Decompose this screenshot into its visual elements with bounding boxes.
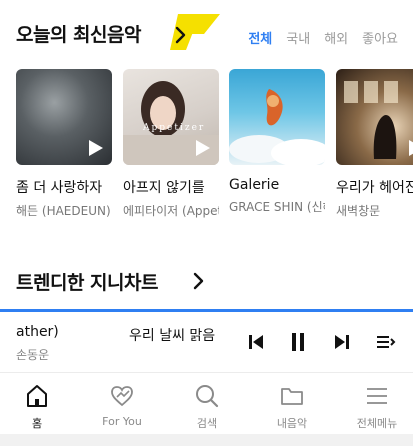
home-icon <box>27 385 47 407</box>
nav-full-menu[interactable]: 전체메뉴 <box>336 383 413 431</box>
filter-tab-all[interactable]: 전체 <box>248 28 272 47</box>
accent-slash-icon <box>170 14 220 50</box>
bottom-navigation: 홈 For You 검색 내음악 전체메뉴 <box>0 372 413 434</box>
album-artist: 에피타이저 (Appetizer) <box>123 204 219 218</box>
chevron-right-icon <box>193 272 204 290</box>
album-artist: 새벽창문 <box>336 204 381 218</box>
play-icon[interactable] <box>88 139 104 157</box>
menu-icon <box>367 388 387 404</box>
next-track-icon[interactable] <box>334 332 350 352</box>
album-artist: 해든 (HAEDEUN) <box>16 204 111 218</box>
cover-text: Appetizer <box>143 123 206 133</box>
filter-tab-likes[interactable]: 좋아요 <box>362 28 398 47</box>
previous-track-icon[interactable] <box>248 332 264 352</box>
filter-tab-domestic[interactable]: 국내 <box>286 28 310 47</box>
search-icon <box>196 385 219 408</box>
now-playing-info[interactable]: ather) 손동운 <box>16 324 126 363</box>
album-title: 아프지 않기를 <box>123 180 205 196</box>
now-playing-artist: 손동운 <box>16 348 50 362</box>
album-title: 좀 더 사랑하자 <box>16 180 103 196</box>
trending-chart-header[interactable]: 트렌디한 지니차트 <box>16 268 204 296</box>
filter-tab-overseas[interactable]: 해외 <box>324 28 348 47</box>
nav-search[interactable]: 검색 <box>166 383 248 431</box>
album-cover[interactable]: Appetizer <box>123 69 219 165</box>
album-cover[interactable] <box>336 69 413 165</box>
latest-album-list: 좀 더 사랑하자 해든 (HAEDEUN) Appetizer 아프지 않기를 … <box>16 69 413 219</box>
play-icon[interactable] <box>408 139 413 157</box>
latest-music-filter-tabs: 전체 국내 해외 좋아요 <box>234 28 398 47</box>
nav-label: 내음악 <box>276 417 308 430</box>
now-playing-title: ather) <box>16 324 59 340</box>
nav-home[interactable]: 홈 <box>0 383 78 431</box>
playlist-icon[interactable] <box>376 332 396 352</box>
nav-label: 홈 <box>31 417 43 430</box>
nav-my-music[interactable]: 내음악 <box>251 383 333 431</box>
nav-for-you[interactable]: For You <box>81 383 163 428</box>
pause-icon[interactable] <box>290 332 306 352</box>
chevron-right-icon <box>175 26 186 44</box>
album-cover[interactable] <box>16 69 112 165</box>
album-cover[interactable] <box>229 69 325 165</box>
album-card[interactable]: Appetizer 아프지 않기를 에피타이저 (Appetizer) <box>123 69 219 219</box>
nav-label: For You <box>102 415 142 428</box>
nav-label: 전체메뉴 <box>356 417 398 430</box>
folder-icon <box>281 388 303 405</box>
latest-music-header: 오늘의 최신음악 전체 국내 해외 좋아요 <box>16 14 406 52</box>
cover-art-window <box>344 81 398 159</box>
next-song-title: 우리 날씨 맑음 <box>129 328 216 344</box>
trending-chart-title: 트렌디한 지니차트 <box>16 272 158 294</box>
heart-arrow-icon <box>111 386 133 407</box>
latest-music-title: 오늘의 최신음악 <box>16 24 141 46</box>
nav-label: 검색 <box>196 417 218 430</box>
album-artist: GRACE SHIN (신혜원) <box>229 200 325 214</box>
play-icon[interactable] <box>195 139 211 157</box>
system-gesture-bar <box>0 434 413 446</box>
album-card[interactable]: Galerie GRACE SHIN (신혜원) <box>229 69 325 215</box>
album-card[interactable]: 좀 더 사랑하자 해든 (HAEDEUN) <box>16 69 112 219</box>
album-title: Galerie <box>229 177 280 193</box>
mini-player[interactable]: ather) 손동운 우리 날씨 맑음 <box>0 312 413 372</box>
play-icon[interactable] <box>301 139 317 157</box>
album-title: 우리가 헤어진 이유 <box>336 180 413 196</box>
latest-music-title-link[interactable]: 오늘의 최신음악 <box>16 14 220 52</box>
album-card[interactable]: 우리가 헤어진 이유 새벽창문 <box>336 69 413 219</box>
